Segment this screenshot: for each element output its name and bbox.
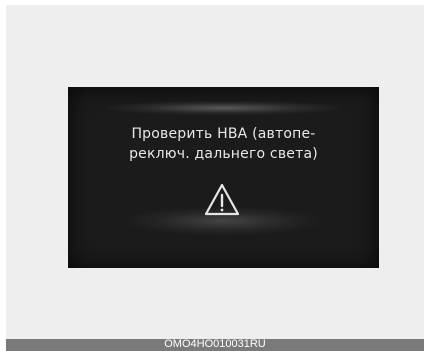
illustration-frame: Проверить HBA (автопе- реключ. дальнего …: [6, 5, 424, 339]
caption-bar: OMO4HO010031RU: [6, 338, 424, 351]
warning-message-line-2: реключ. дальнего света): [129, 146, 318, 162]
warning-message-line-1: Проверить HBA (автопе-: [131, 126, 316, 142]
figure-code: OMO4HO010031RU: [164, 338, 266, 350]
cluster-display: Проверить HBA (автопе- реключ. дальнего …: [68, 87, 379, 268]
display-glow-top: [108, 101, 339, 115]
warning-triangle-icon: [204, 183, 240, 216]
